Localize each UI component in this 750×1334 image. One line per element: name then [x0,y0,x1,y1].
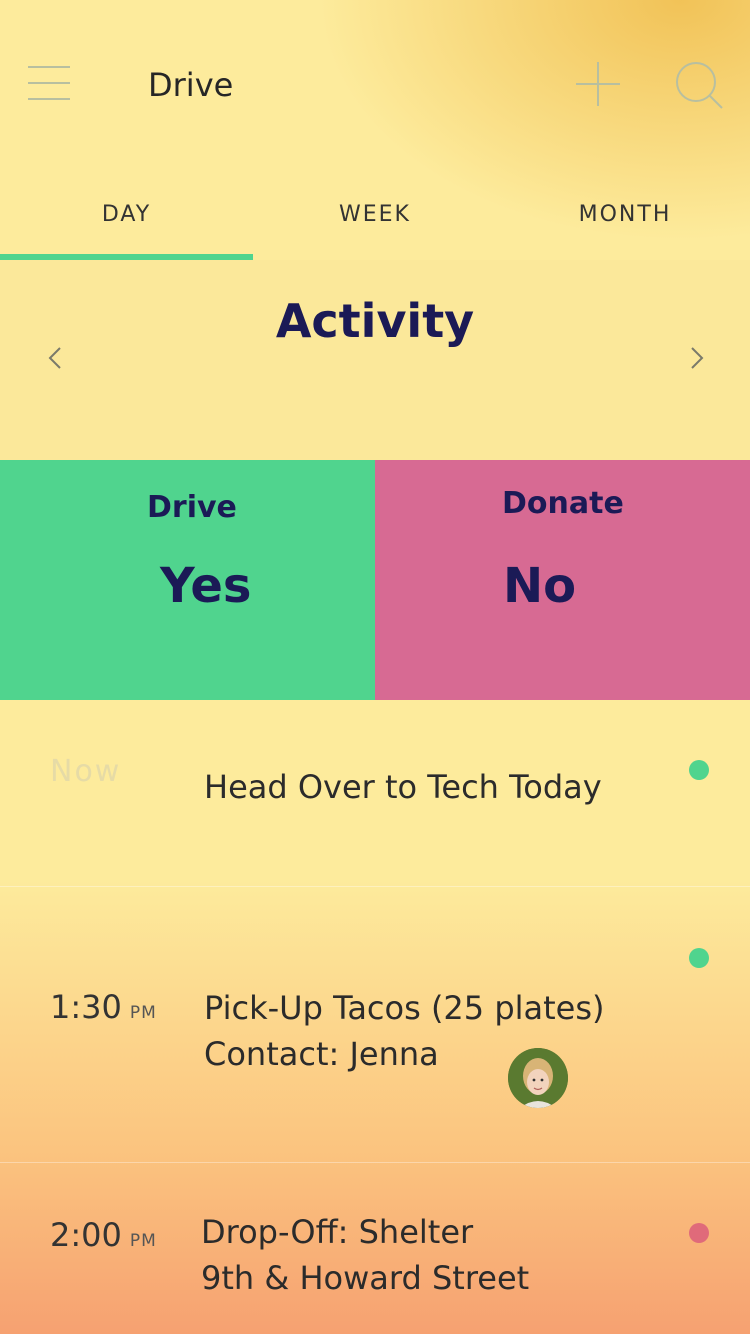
row-divider [0,886,750,887]
time-label: 2:00 PM [50,1216,157,1254]
drive-tile-label: Drive [147,490,237,525]
donate-tile[interactable]: Donate No [375,460,750,700]
chevron-left-icon[interactable] [44,344,68,372]
tab-month[interactable]: MONTH [500,202,750,227]
event-title: Pick-Up Tacos (25 plates) [204,989,605,1027]
drive-tile-value: Yes [160,558,252,614]
event-address: 9th & Howard Street [201,1259,530,1297]
time-label: Now [50,754,122,789]
chevron-right-icon[interactable] [684,344,708,372]
status-dot [689,1223,709,1243]
page-title: Drive [148,66,234,104]
row-divider [0,1162,750,1163]
donate-tile-label: Donate [502,486,624,521]
status-dot [689,948,709,968]
time-label: 1:30 PM [50,988,157,1026]
activity-title: Activity [275,294,475,348]
drive-tile[interactable]: Drive Yes [0,460,375,700]
search-icon[interactable] [674,60,724,110]
top-bar: Drive [0,0,750,170]
donate-tile-value: No [503,558,577,614]
activity-panel [0,260,750,460]
event-contact: Contact: Jenna [204,1035,439,1073]
contact-avatar[interactable] [508,1048,568,1108]
view-tabs: DAY WEEK MONTH [0,170,750,260]
hamburger-menu-icon[interactable] [28,62,72,102]
tab-day[interactable]: DAY [0,202,253,227]
tab-week[interactable]: WEEK [250,202,500,227]
event-title: Drop-Off: Shelter [201,1213,474,1251]
plus-icon[interactable] [574,60,622,108]
status-dot [689,760,709,780]
event-title: Head Over to Tech Today [204,768,602,806]
